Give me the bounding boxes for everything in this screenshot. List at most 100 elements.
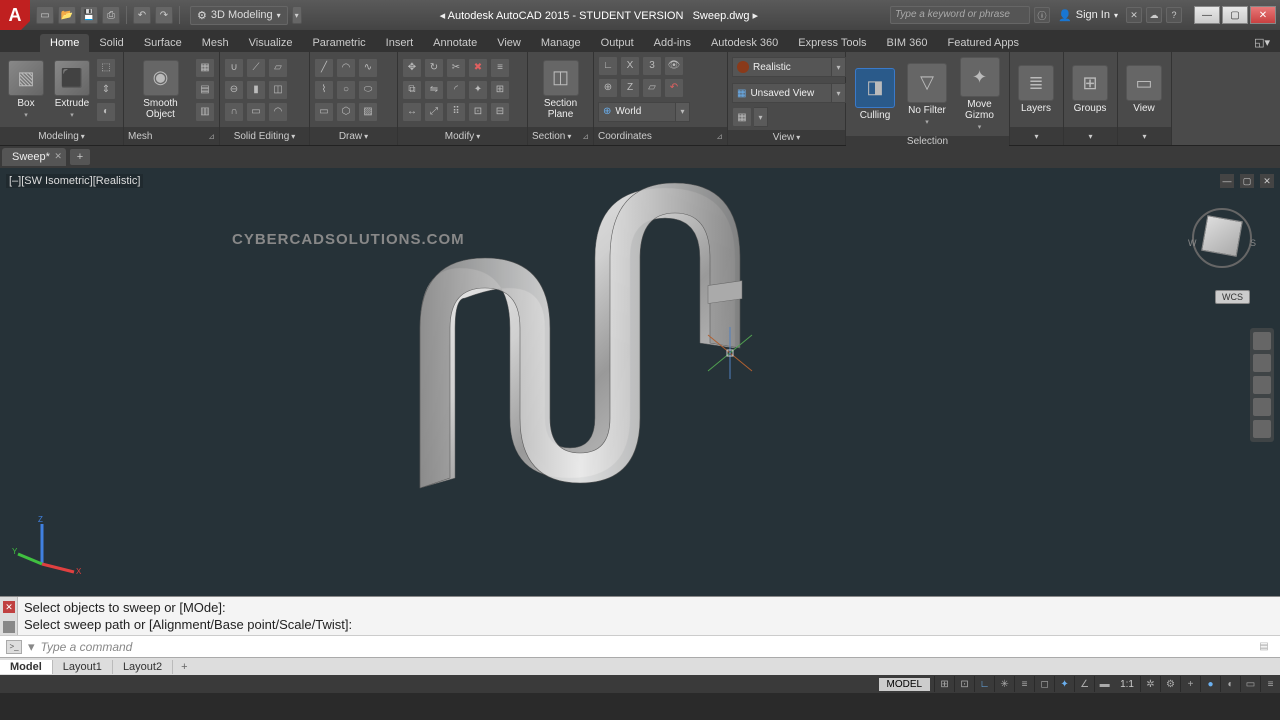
fillet-icon[interactable]: ◜	[446, 80, 466, 100]
save-icon[interactable]: 💾	[80, 6, 98, 24]
culling-button[interactable]: ◨ Culling	[850, 66, 900, 123]
union-icon[interactable]: ∪	[224, 58, 244, 78]
tab-annotate[interactable]: Annotate	[423, 34, 487, 52]
new-icon[interactable]: ▭	[36, 6, 54, 24]
wcs-badge[interactable]: WCS	[1215, 290, 1250, 304]
panel-coordinates-title[interactable]: Coordinates	[598, 131, 652, 142]
named-view-dropdown[interactable]: ▦Unsaved View	[732, 83, 832, 103]
intersect-icon[interactable]: ∩	[224, 102, 244, 122]
tab-surface[interactable]: Surface	[134, 34, 192, 52]
ucs-prev-icon[interactable]: ↶	[664, 78, 684, 98]
tab-view[interactable]: View	[487, 34, 531, 52]
groups-expand[interactable]: ▾	[1088, 132, 1092, 141]
status-osnap-icon[interactable]: ◻	[1034, 676, 1054, 692]
mesh-refine-icon[interactable]: ▥	[195, 102, 215, 122]
minimize-button[interactable]: —	[1194, 6, 1220, 24]
ucs-icon[interactable]: Z X Y	[12, 514, 82, 584]
redo-icon[interactable]: ↷	[155, 6, 173, 24]
status-otrack-icon[interactable]: ∠	[1074, 676, 1094, 692]
tab-featuredapps[interactable]: Featured Apps	[938, 34, 1030, 52]
view-more-arrow[interactable]: ▾	[754, 107, 768, 127]
mirror-icon[interactable]: ⇋	[424, 80, 444, 100]
polyline-icon[interactable]: ⌇	[314, 80, 334, 100]
tab-parametric[interactable]: Parametric	[302, 34, 375, 52]
layout-tab-model[interactable]: Model	[0, 660, 53, 674]
tab-output[interactable]: Output	[591, 34, 644, 52]
viewport-label[interactable]: [–][SW Isometric][Realistic]	[6, 174, 143, 188]
ucs-obj-icon[interactable]: ▱	[642, 78, 662, 98]
help-icon[interactable]: ?	[1166, 7, 1182, 23]
rectangle-icon[interactable]: ▭	[314, 102, 334, 122]
tab-visualize[interactable]: Visualize	[239, 34, 303, 52]
line-icon[interactable]: ╱	[314, 58, 334, 78]
tab-home[interactable]: Home	[40, 34, 89, 52]
thicken-icon[interactable]: ▮	[246, 80, 266, 100]
signin-button[interactable]: 👤 Sign In ▾	[1054, 9, 1122, 22]
app-menu-icon[interactable]: A	[0, 0, 30, 30]
layout-tab-layout1[interactable]: Layout1	[53, 660, 113, 674]
fillet-edge-icon[interactable]: ◠	[268, 102, 288, 122]
help-search-input[interactable]: Type a keyword or phrase	[890, 6, 1030, 24]
workspace-dropdown[interactable]: ⚙ 3D Modeling ▾	[190, 6, 288, 25]
hatch-icon[interactable]: ▨	[358, 102, 378, 122]
saveas-icon[interactable]: ⎙	[102, 6, 120, 24]
3dalign-icon[interactable]: ⊞	[490, 80, 510, 100]
view2-expand[interactable]: ▾	[1142, 132, 1146, 141]
status-model-button[interactable]: MODEL	[879, 678, 931, 691]
mesh-more-icon[interactable]: ▦	[195, 58, 215, 78]
status-workspace-icon[interactable]: ⚙	[1160, 676, 1180, 692]
status-cleanscreen-icon[interactable]: ▭	[1240, 676, 1260, 692]
ucs-z-icon[interactable]: Z	[620, 78, 640, 98]
status-3dosnap-icon[interactable]: ✦	[1054, 676, 1074, 692]
extrude-button[interactable]: ⬛ Extrude ▾	[50, 58, 94, 121]
file-tab-close-icon[interactable]: ✕	[54, 151, 62, 162]
open-icon[interactable]: 📂	[58, 6, 76, 24]
status-grid-icon[interactable]: ⊞	[934, 676, 954, 692]
align-icon[interactable]: ≡	[490, 58, 510, 78]
maximize-button[interactable]: ▢	[1222, 6, 1248, 24]
named-view-arrow[interactable]: ▾	[832, 83, 846, 103]
tab-mesh[interactable]: Mesh	[192, 34, 239, 52]
smooth-object-button[interactable]: ◉ Smooth Object	[128, 58, 193, 122]
presspull-icon[interactable]: ⇕	[96, 80, 116, 100]
nofilter-button[interactable]: ▽ No Filter ▾	[902, 61, 952, 128]
subtract-icon[interactable]: ⊖	[224, 80, 244, 100]
panel-draw-title[interactable]: Draw	[339, 131, 368, 142]
circle-icon[interactable]: ○	[336, 80, 356, 100]
section-plane-button[interactable]: ◫ Section Plane	[532, 58, 589, 122]
visual-style-dropdown[interactable]: Realistic	[732, 57, 832, 77]
orbit-icon[interactable]	[1253, 398, 1271, 416]
undo-icon[interactable]: ↶	[133, 6, 151, 24]
status-lwt-icon[interactable]: ▬	[1094, 676, 1114, 692]
panel-view-title[interactable]: View	[773, 132, 801, 143]
tab-solid[interactable]: Solid	[89, 34, 133, 52]
status-hardware-icon[interactable]: ●	[1200, 676, 1220, 692]
ucs-world-icon[interactable]: ⊕	[598, 78, 618, 98]
ucs-named-dropdown[interactable]: ⊕World	[598, 102, 676, 122]
move-icon[interactable]: ✥	[402, 58, 422, 78]
cmd-config-icon[interactable]	[3, 621, 15, 633]
visual-style-arrow[interactable]: ▾	[832, 57, 846, 77]
status-ortho-icon[interactable]: ∟	[974, 676, 994, 692]
ucs-3p-icon[interactable]: 3	[642, 56, 662, 76]
viewport-minimize-icon[interactable]: —	[1220, 174, 1234, 188]
ucs-view-icon[interactable]: 👁	[664, 56, 684, 76]
view2-button[interactable]: ▭ View	[1122, 63, 1166, 116]
array-icon[interactable]: ⠿	[446, 102, 466, 122]
layout-tab-add[interactable]: +	[173, 660, 195, 674]
imprint-icon[interactable]: ▭	[246, 102, 266, 122]
offset-icon[interactable]: ⊡	[468, 102, 488, 122]
drawing-area[interactable]: [–][SW Isometric][Realistic] — ▢ ✕ CYBER…	[0, 168, 1280, 596]
cmd-prompt-icon[interactable]: >_	[6, 640, 22, 654]
status-isodraft-icon[interactable]: ≡	[1014, 676, 1034, 692]
command-input[interactable]: Type a command	[41, 640, 1248, 654]
viewport-close-icon[interactable]: ✕	[1260, 174, 1274, 188]
explode-icon[interactable]: ✦	[468, 80, 488, 100]
status-isolate-icon[interactable]: ◐	[1220, 676, 1240, 692]
cloud-icon[interactable]: ☁	[1146, 7, 1162, 23]
ucs-icon-btn[interactable]: ∟	[598, 56, 618, 76]
ellipse-icon[interactable]: ⬭	[358, 80, 378, 100]
extract-edges-icon[interactable]: ▱	[268, 58, 288, 78]
groups-button[interactable]: ⊞ Groups	[1068, 63, 1112, 116]
3darray-icon[interactable]: ⊟	[490, 102, 510, 122]
